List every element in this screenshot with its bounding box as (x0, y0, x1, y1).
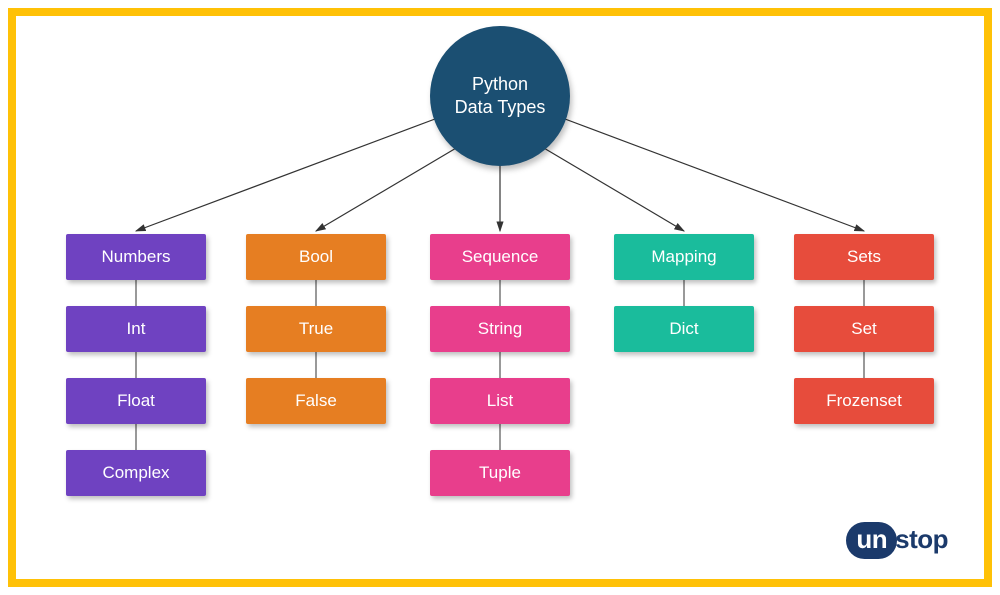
category-label: Bool (299, 247, 333, 267)
leaf-float: Float (66, 378, 206, 424)
leaf-int: Int (66, 306, 206, 352)
leaf-complex: Complex (66, 450, 206, 496)
category-numbers: Numbers (66, 234, 206, 280)
root-line2: Data Types (455, 96, 546, 119)
logo-part2: stop (895, 524, 948, 554)
leaf-label: Dict (669, 319, 698, 339)
root-line1: Python (455, 73, 546, 96)
category-mapping: Mapping (614, 234, 754, 280)
category-bool: Bool (246, 234, 386, 280)
leaf-label: List (487, 391, 513, 411)
leaf-false: False (246, 378, 386, 424)
leaf-label: False (295, 391, 337, 411)
leaf-label: Float (117, 391, 155, 411)
brand-logo: unstop (846, 522, 948, 559)
leaf-string: String (430, 306, 570, 352)
leaf-set: Set (794, 306, 934, 352)
leaf-label: Int (127, 319, 146, 339)
leaf-tuple: Tuple (430, 450, 570, 496)
leaf-frozenset: Frozenset (794, 378, 934, 424)
leaf-list: List (430, 378, 570, 424)
leaf-true: True (246, 306, 386, 352)
category-label: Mapping (651, 247, 716, 267)
leaf-label: Set (851, 319, 877, 339)
leaf-label: Tuple (479, 463, 521, 483)
category-sequence: Sequence (430, 234, 570, 280)
category-label: Numbers (102, 247, 171, 267)
leaf-label: Frozenset (826, 391, 902, 411)
leaf-label: String (478, 319, 522, 339)
leaf-label: True (299, 319, 333, 339)
category-sets: Sets (794, 234, 934, 280)
leaf-label: Complex (102, 463, 169, 483)
logo-part1: un (846, 522, 897, 559)
category-label: Sequence (462, 247, 539, 267)
leaf-dict: Dict (614, 306, 754, 352)
root-node: Python Data Types (430, 26, 570, 166)
category-label: Sets (847, 247, 881, 267)
